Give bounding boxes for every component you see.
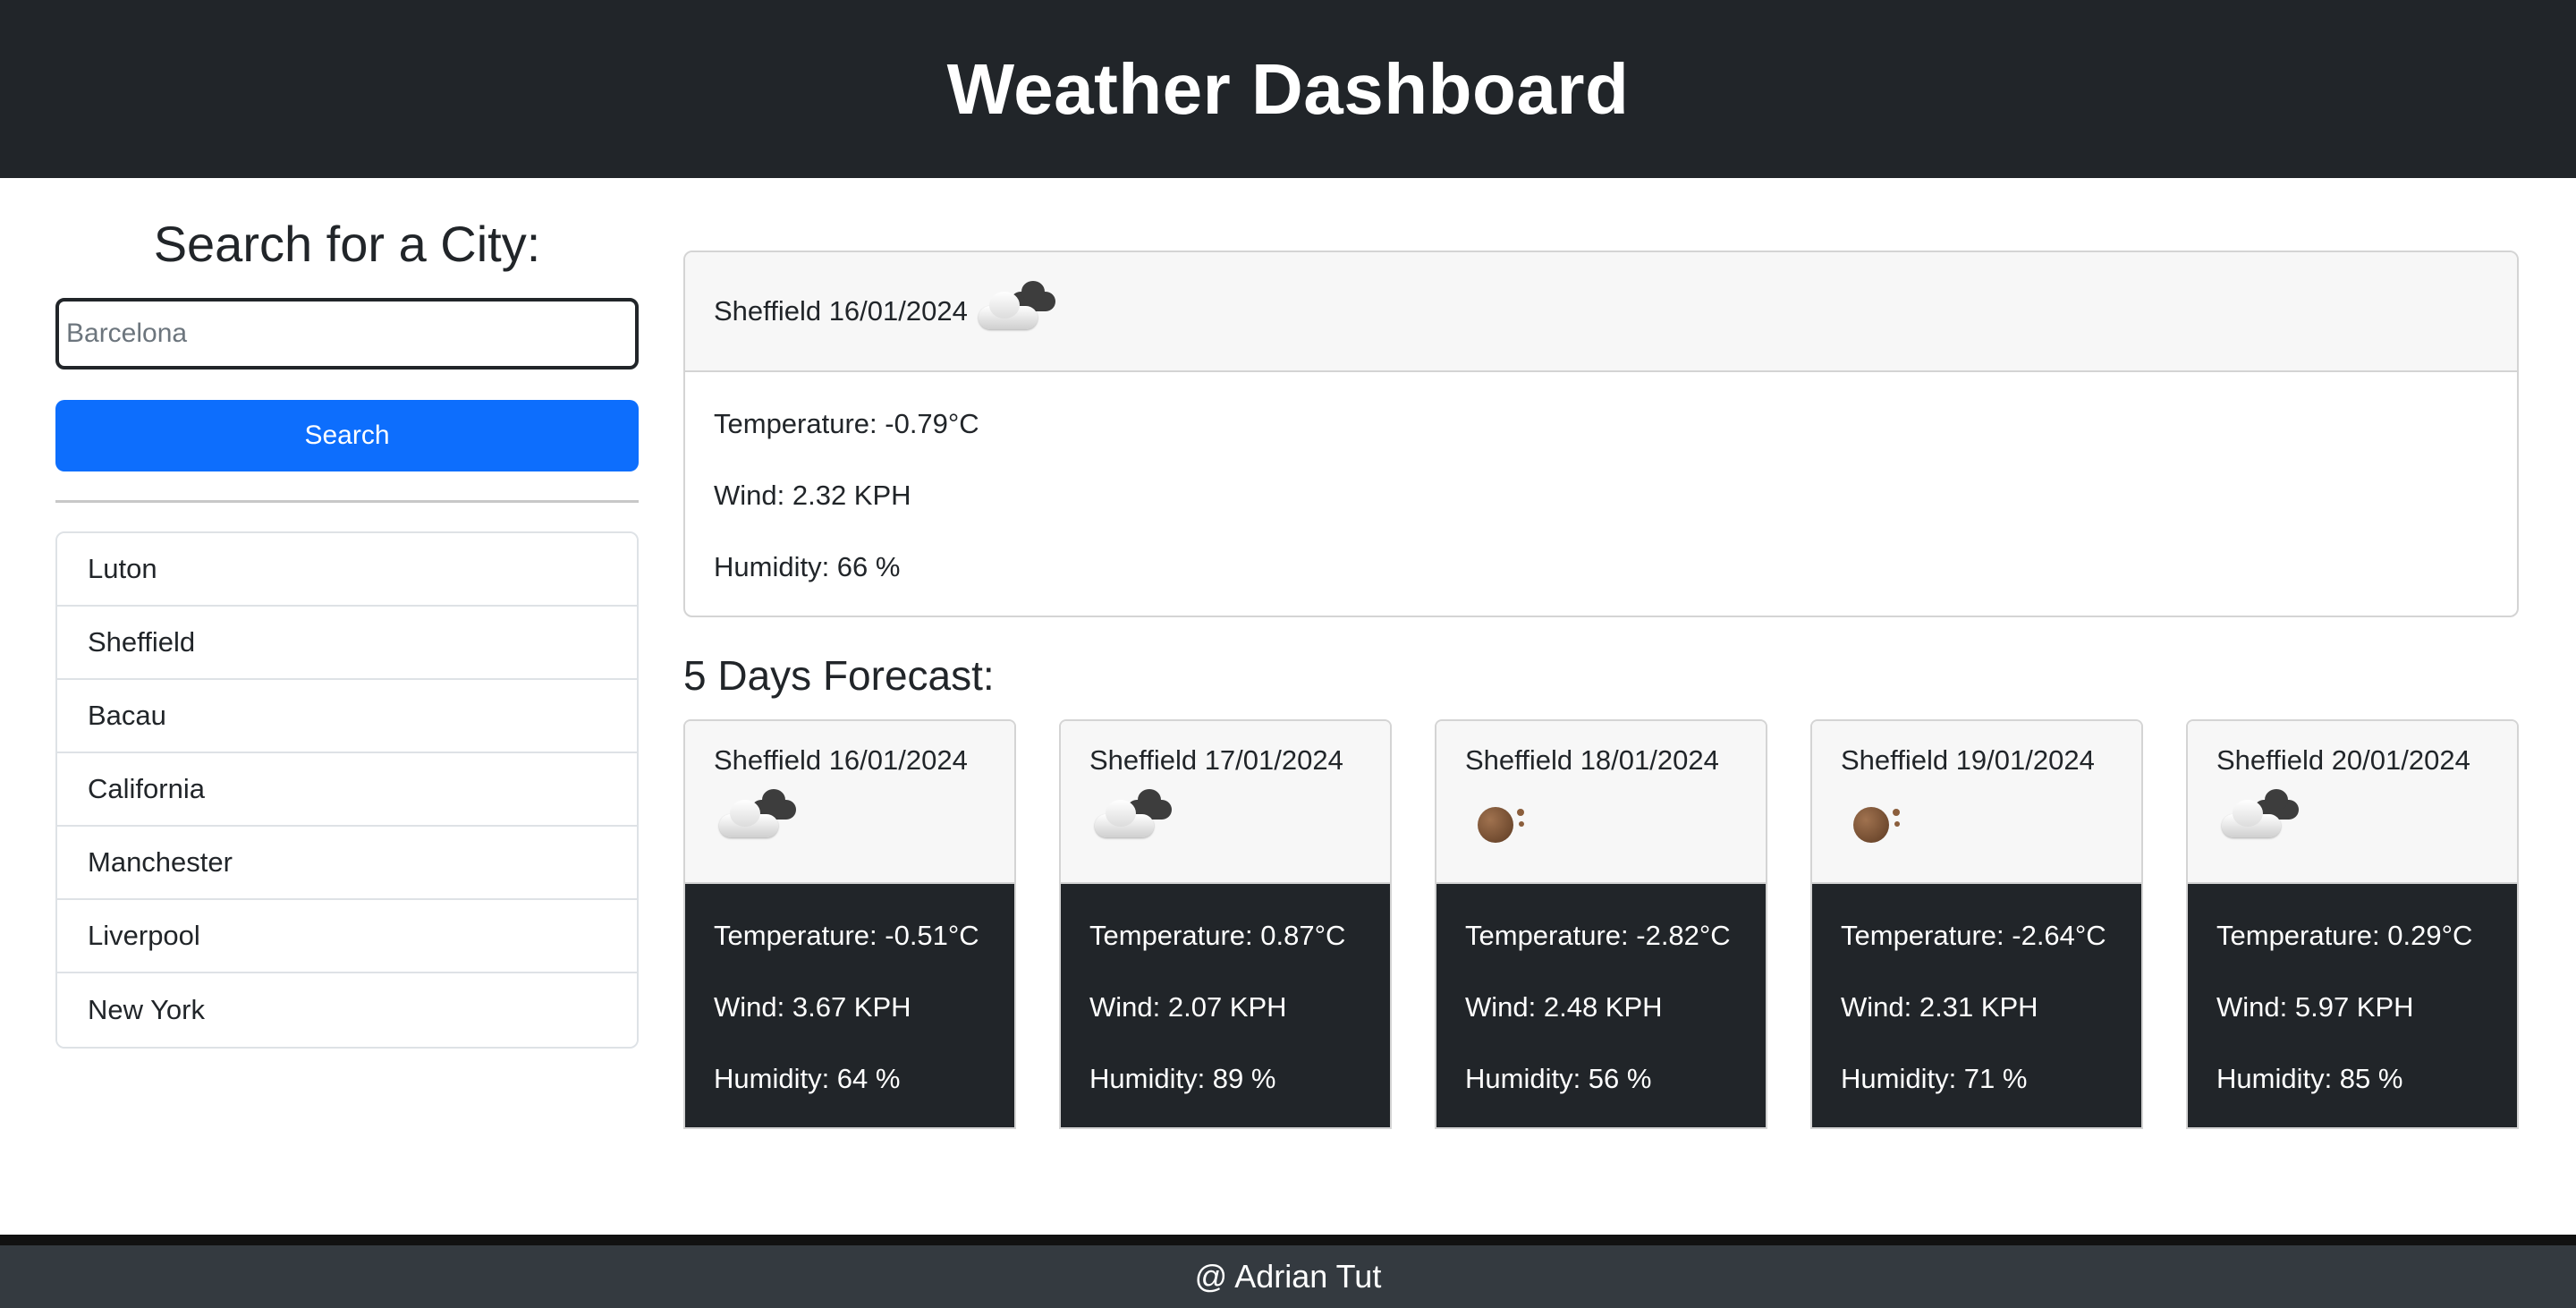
- current-weather-title: Sheffield 16/01/2024: [714, 295, 968, 327]
- search-sidebar: Search for a City: Search Luton Sheffiel…: [55, 215, 639, 1049]
- forecast-card-header: Sheffield 16/01/2024: [685, 721, 1014, 884]
- forecast-humidity: Humidity: 85 %: [2216, 1063, 2403, 1094]
- forecast-wind: Wind: 3.67 KPH: [714, 991, 911, 1023]
- clear-night-icon: [1846, 793, 1927, 846]
- forecast-humidity: Humidity: 64 %: [714, 1063, 901, 1094]
- forecast-card-title: Sheffield 20/01/2024: [2216, 744, 2470, 776]
- page-header: Weather Dashboard: [0, 0, 2576, 178]
- current-weather-header: Sheffield 16/01/2024: [685, 252, 2517, 372]
- forecast-wind: Wind: 2.07 KPH: [1089, 991, 1287, 1023]
- forecast-card-header: Sheffield 20/01/2024: [2188, 721, 2517, 884]
- forecast-card: Sheffield 17/01/2024 Temperature: 0.87°C…: [1059, 719, 1392, 1129]
- history-item-sheffield[interactable]: Sheffield: [57, 607, 637, 680]
- history-item-new-york[interactable]: New York: [57, 973, 637, 1047]
- city-search-input[interactable]: [55, 298, 639, 369]
- forecast-humidity: Humidity: 71 %: [1841, 1063, 2028, 1094]
- sidebar-divider: [55, 500, 639, 503]
- forecast-temperature: Temperature: -0.51°C: [714, 920, 979, 951]
- footer-text: @ Adrian Tut: [1194, 1258, 1382, 1295]
- forecast-card-title: Sheffield 16/01/2024: [714, 744, 968, 776]
- forecast-card-title: Sheffield 19/01/2024: [1841, 744, 2095, 776]
- clear-night-icon: [1470, 793, 1551, 846]
- current-weather-body: Temperature: -0.79°C Wind: 2.32 KPH Humi…: [685, 372, 2517, 616]
- history-item-manchester[interactable]: Manchester: [57, 827, 637, 900]
- cloud-night-icon: [2222, 789, 2302, 846]
- forecast-card: Sheffield 16/01/2024 Temperature: -0.51°…: [683, 719, 1016, 1129]
- forecast-temperature: Temperature: 0.29°C: [2216, 920, 2473, 951]
- forecast-wind: Wind: 5.97 KPH: [2216, 991, 2414, 1023]
- forecast-card-body: Temperature: -2.64°C Wind: 2.31 KPH Humi…: [1812, 884, 2141, 1127]
- cloud-night-icon: [1095, 789, 1175, 846]
- search-title: Search for a City:: [153, 216, 541, 272]
- forecast-temperature: Temperature: 0.87°C: [1089, 920, 1346, 951]
- history-item-california[interactable]: California: [57, 753, 637, 827]
- forecast-card-body: Temperature: -0.51°C Wind: 3.67 KPH Humi…: [685, 884, 1014, 1127]
- forecast-wind: Wind: 2.31 KPH: [1841, 991, 2038, 1023]
- forecast-card: Sheffield 19/01/2024 Temperature: -2.64°…: [1810, 719, 2143, 1129]
- current-temperature: Temperature: -0.79°C: [714, 408, 979, 439]
- page-footer: @ Adrian Tut: [0, 1245, 2576, 1308]
- forecast-card-header: Sheffield 17/01/2024: [1061, 721, 1390, 884]
- history-item-luton[interactable]: Luton: [57, 533, 637, 607]
- weather-main: Sheffield 16/01/2024 Temperature: -0.79°…: [683, 251, 2519, 1129]
- forecast-temperature: Temperature: -2.82°C: [1465, 920, 1731, 951]
- current-humidity: Humidity: 66 %: [714, 551, 901, 582]
- current-wind: Wind: 2.32 KPH: [714, 480, 911, 511]
- search-history-list: Luton Sheffield Bacau California Manches…: [55, 531, 639, 1049]
- forecast-title: 5 Days Forecast:: [683, 652, 995, 699]
- forecast-temperature: Temperature: -2.64°C: [1841, 920, 2106, 951]
- search-button[interactable]: Search: [55, 400, 639, 471]
- history-item-bacau[interactable]: Bacau: [57, 680, 637, 753]
- forecast-card-title: Sheffield 17/01/2024: [1089, 744, 1343, 776]
- page-title: Weather Dashboard: [946, 48, 1630, 129]
- forecast-card-header: Sheffield 19/01/2024: [1812, 721, 2141, 884]
- forecast-wind: Wind: 2.48 KPH: [1465, 991, 1663, 1023]
- footer-divider: [0, 1235, 2576, 1245]
- forecast-card-body: Temperature: -2.82°C Wind: 2.48 KPH Humi…: [1436, 884, 1766, 1127]
- forecast-card-body: Temperature: 0.29°C Wind: 5.97 KPH Humid…: [2188, 884, 2517, 1127]
- cloud-night-icon: [978, 281, 1059, 338]
- forecast-card-title: Sheffield 18/01/2024: [1465, 744, 1719, 776]
- forecast-humidity: Humidity: 89 %: [1089, 1063, 1276, 1094]
- current-weather-card: Sheffield 16/01/2024 Temperature: -0.79°…: [683, 251, 2519, 617]
- forecast-row: Sheffield 16/01/2024 Temperature: -0.51°…: [683, 719, 2519, 1129]
- forecast-card-body: Temperature: 0.87°C Wind: 2.07 KPH Humid…: [1061, 884, 1390, 1127]
- history-item-liverpool[interactable]: Liverpool: [57, 900, 637, 973]
- cloud-night-icon: [719, 789, 800, 846]
- forecast-humidity: Humidity: 56 %: [1465, 1063, 1652, 1094]
- forecast-card: Sheffield 18/01/2024 Temperature: -2.82°…: [1435, 719, 1767, 1129]
- forecast-card: Sheffield 20/01/2024 Temperature: 0.29°C…: [2186, 719, 2519, 1129]
- forecast-card-header: Sheffield 18/01/2024: [1436, 721, 1766, 884]
